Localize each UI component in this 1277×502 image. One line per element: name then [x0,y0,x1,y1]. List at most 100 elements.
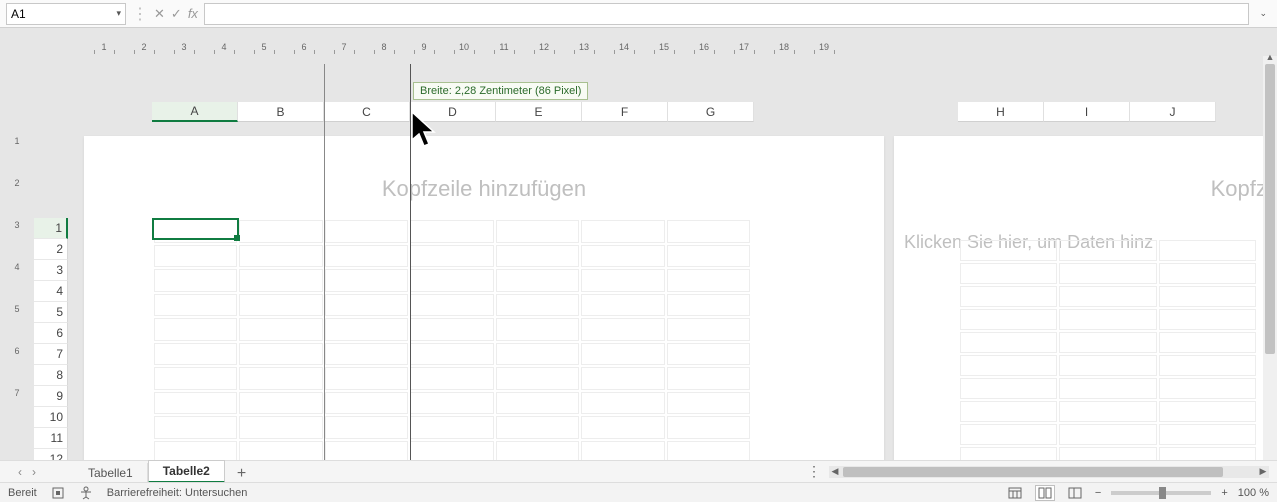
row-headers: 1 2 3 4 5 6 7 8 9 10 11 12 13 [34,218,68,460]
column-header-g[interactable]: G [668,102,754,122]
zoom-level-label[interactable]: 100 % [1238,487,1269,499]
tab-next-icon[interactable]: › [32,465,36,479]
row-header-1[interactable]: 1 [34,218,68,239]
vertical-scrollbar[interactable]: ▲ ▼ [1263,56,1277,460]
add-sheet-button[interactable]: + [225,465,258,483]
column-header-e[interactable]: E [496,102,582,122]
horizontal-ruler: 1 2 3 4 5 6 7 8 9 10 11 12 13 14 15 16 1… [84,38,844,56]
row-header-6[interactable]: 6 [34,323,68,344]
row-header-5[interactable]: 5 [34,302,68,323]
row-header-10[interactable]: 10 [34,407,68,428]
zoom-slider[interactable] [1111,491,1211,495]
column-headers: A B C D E F G [152,102,754,122]
enter-icon[interactable]: ✓ [171,6,182,22]
row-header-11[interactable]: 11 [34,428,68,449]
ruler-tick: 9 [404,42,444,52]
macro-record-icon[interactable] [51,486,65,500]
cell-grid-page2[interactable] [958,238,1258,460]
ruler-tick: 14 [604,42,644,52]
ruler-tick: 10 [444,42,484,52]
view-normal-button[interactable] [1005,485,1025,501]
ruler-tick: 2 [8,178,26,220]
zoom-out-button[interactable]: − [1095,487,1101,499]
ruler-tick: 19 [804,42,844,52]
column-header-i[interactable]: I [1044,102,1130,122]
ruler-tick: 6 [8,346,26,388]
row-header-3[interactable]: 3 [34,260,68,281]
horizontal-scrollbar[interactable]: ◀ ▶ [829,466,1269,478]
ruler-tick: 1 [84,42,124,52]
column-header-c[interactable]: C [324,102,410,122]
status-bar: Bereit Barrierefreiheit: Untersuchen − +… [0,482,1277,502]
row-header-4[interactable]: 4 [34,281,68,302]
scroll-left-icon[interactable]: ◀ [829,466,841,477]
formula-bar: A1 ▾ ⋮ ✕ ✓ fx ⌄ [0,0,1277,28]
ruler-tick: 8 [364,42,404,52]
chevron-down-icon[interactable]: ▾ [116,8,121,19]
ruler-tick: 7 [8,388,26,430]
column-header-b[interactable]: B [238,102,324,122]
ruler-tick: 18 [764,42,804,52]
ruler-tick: 13 [564,42,604,52]
hscroll-thumb[interactable] [843,467,1223,477]
scroll-thumb[interactable] [1265,64,1275,354]
header-placeholder[interactable]: Kopfzei [894,136,1277,222]
zoom-in-button[interactable]: + [1221,487,1227,499]
ruler-tick: 2 [124,42,164,52]
resize-origin-line [324,64,325,460]
column-headers-page2: H I J [958,102,1216,122]
cell-grid[interactable] [152,218,752,460]
ruler-tick: 7 [324,42,364,52]
column-width-tooltip: Breite: 2,28 Zentimeter (86 Pixel) [413,82,588,100]
ruler-tick: 4 [8,262,26,304]
ruler-tick: 3 [8,220,26,262]
ruler-tick: 15 [644,42,684,52]
view-page-layout-button[interactable] [1035,485,1055,501]
tab-nav: ‹ › [0,465,54,479]
scroll-up-icon[interactable]: ▲ [1263,52,1277,64]
tab-prev-icon[interactable]: ‹ [18,465,22,479]
cursor-icon [408,110,442,152]
separator: ⋮ [132,4,148,24]
sheet-tabs: Tabelle1 Tabelle2 + [74,460,258,483]
fx-icon[interactable]: fx [188,6,198,21]
row-header-7[interactable]: 7 [34,344,68,365]
formula-input[interactable] [204,3,1250,25]
row-header-9[interactable]: 9 [34,386,68,407]
ruler-tick: 16 [684,42,724,52]
formula-bar-icons: ✕ ✓ fx [154,6,198,22]
column-header-a[interactable]: A [152,102,238,122]
sheet-tab-bar: ‹ › Tabelle1 Tabelle2 + ⋮ ◀ ▶ [0,460,1277,482]
view-page-break-button[interactable] [1065,485,1085,501]
ruler-tick: 4 [204,42,244,52]
ruler-tick: 17 [724,42,764,52]
sheet-tab-tabelle2[interactable]: Tabelle2 [148,460,225,483]
sheet-tab-tabelle1[interactable]: Tabelle1 [74,463,148,483]
accessibility-label[interactable]: Barrierefreiheit: Untersuchen [107,487,248,499]
expand-formula-bar-icon[interactable]: ⌄ [1255,8,1271,19]
ruler-tick: 11 [484,42,524,52]
scroll-right-icon[interactable]: ▶ [1257,466,1269,477]
accessibility-icon[interactable] [79,486,93,500]
name-box[interactable]: A1 ▾ [6,3,126,25]
tab-options-icon[interactable]: ⋮ [807,463,821,480]
ruler-tick: 3 [164,42,204,52]
column-header-f[interactable]: F [582,102,668,122]
row-header-2[interactable]: 2 [34,239,68,260]
status-ready: Bereit [8,487,37,499]
name-box-value: A1 [11,7,26,21]
column-header-j[interactable]: J [1130,102,1216,122]
ruler-tick: 5 [244,42,284,52]
ruler-tick: 12 [524,42,564,52]
ruler-tick: 6 [284,42,324,52]
ruler-tick: 1 [8,136,26,178]
active-cell-a1[interactable] [152,218,239,240]
vertical-ruler: 1 2 3 4 5 6 7 [8,136,26,430]
row-header-8[interactable]: 8 [34,365,68,386]
zoom-knob[interactable] [1159,487,1166,499]
spreadsheet-area: 1 2 3 4 5 6 7 8 9 10 11 12 13 14 15 16 1… [0,28,1277,460]
cancel-icon[interactable]: ✕ [154,6,165,22]
column-header-h[interactable]: H [958,102,1044,122]
ruler-tick: 5 [8,304,26,346]
row-header-12[interactable]: 12 [34,449,68,460]
